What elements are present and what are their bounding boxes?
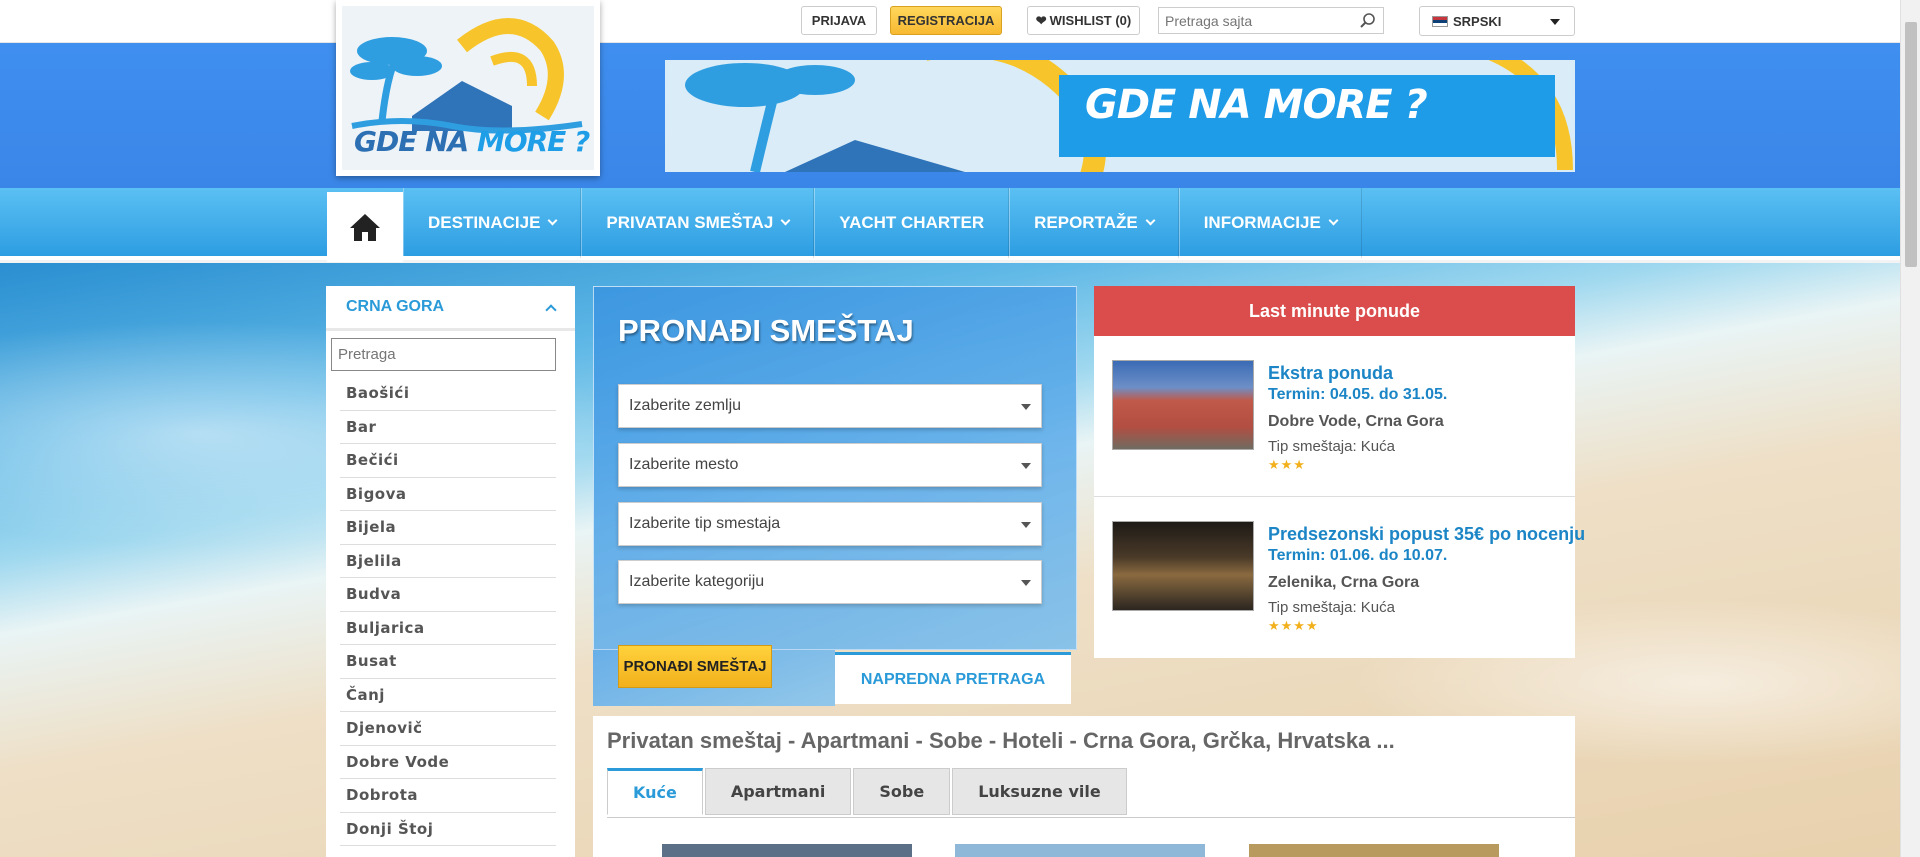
list-item[interactable]: Bečići — [340, 444, 556, 478]
offer-date: Termin: 01.06. do 10.07. — [1268, 547, 1448, 564]
star-rating: ★★★★ — [1268, 618, 1319, 633]
offer-card[interactable]: Predsezonski popust 35€ po nocenju Termi… — [1094, 497, 1585, 658]
nav-home[interactable] — [327, 192, 403, 262]
list-item[interactable]: Dobrota — [340, 779, 556, 813]
nav-privatan-smestaj[interactable]: PRIVATAN SMEŠTAJ — [581, 188, 815, 258]
main-content: Privatan smeštaj - Apartmani - Sobe - Ho… — [593, 716, 1575, 857]
list-item[interactable]: Čanj — [340, 679, 556, 712]
tab-kuce[interactable]: Kuće — [607, 768, 703, 815]
site-search-input[interactable] — [1159, 8, 1349, 33]
heart-icon: ❤ — [1035, 12, 1047, 28]
last-minute-heading: Last minute ponude — [1094, 286, 1575, 336]
tab-luksuzne-vile[interactable]: Luksuzne vile — [952, 768, 1127, 815]
listing-image[interactable] — [955, 844, 1205, 857]
list-item[interactable]: Baošići — [340, 377, 556, 411]
serbia-flag-icon — [1432, 15, 1448, 27]
tabs-divider — [607, 817, 1575, 818]
site-logo[interactable]: GDE NA MORE ? — [336, 0, 600, 176]
language-select[interactable]: SRPSKI — [1419, 6, 1575, 36]
list-item[interactable]: Bigova — [340, 478, 556, 511]
offer-type: Tip smeštaja: Kuća — [1268, 599, 1395, 616]
login-button[interactable]: PRIJAVA — [801, 6, 877, 35]
search-panel: PRONAĐI SMEŠTAJ Izaberite zemlju Izaberi… — [593, 286, 1077, 688]
nav-informacije[interactable]: INFORMACIJE — [1178, 188, 1362, 258]
tab-apartmani[interactable]: Apartmani — [704, 768, 852, 815]
chevron-down-icon — [1145, 215, 1156, 226]
banner-title: GDE NA MORE ? — [1085, 82, 1428, 128]
country-select[interactable]: Izaberite zemlju — [618, 384, 1042, 428]
home-icon — [350, 214, 380, 241]
wishlist-label: WISHLIST (0) — [1049, 13, 1132, 28]
list-item[interactable]: Bar — [340, 411, 556, 444]
list-item[interactable]: Budva — [340, 578, 556, 612]
offer-title[interactable]: Ekstra ponuda — [1268, 363, 1393, 384]
list-item[interactable]: Bijela — [340, 511, 556, 545]
offer-date: Termin: 04.05. do 31.05. — [1268, 386, 1448, 403]
list-item[interactable]: Buljarica — [340, 612, 556, 645]
offer-type: Tip smeštaja: Kuća — [1268, 438, 1395, 455]
star-rating: ★★★ — [1268, 457, 1306, 472]
caret-down-icon — [1021, 404, 1031, 410]
destination-list: Baošići Bar Bečići Bigova Bijela Bjelila… — [340, 377, 556, 846]
page-title: Privatan smeštaj - Apartmani - Sobe - Ho… — [607, 728, 1395, 753]
offer-image[interactable] — [1112, 521, 1254, 611]
chevron-up-icon[interactable] — [545, 303, 557, 316]
offer-location: Zelenika, Crna Gora — [1268, 574, 1420, 591]
chevron-down-icon — [1328, 215, 1339, 226]
list-item[interactable]: Busat — [340, 645, 556, 679]
accommodation-tabs: Kuće Apartmani Sobe Luksuzne vile — [607, 768, 1129, 815]
caret-down-icon — [1021, 580, 1031, 586]
scrollbar-thumb[interactable] — [1905, 22, 1917, 267]
main-nav: DESTINACIJE PRIVATAN SMEŠTAJ YACHT CHART… — [0, 188, 1900, 262]
header-banner[interactable]: GDE NA MORE ? — [665, 60, 1575, 172]
language-label: SRPSKI — [1453, 13, 1502, 29]
page-scrollbar[interactable] — [1900, 0, 1920, 857]
list-item[interactable]: Bjelila — [340, 545, 556, 578]
chevron-down-icon — [547, 215, 558, 226]
sidebar-search-input[interactable] — [331, 338, 556, 371]
sidebar-heading[interactable]: CRNA GORA — [326, 286, 575, 331]
search-panel-title: PRONAĐI SMEŠTAJ — [618, 313, 914, 348]
category-select[interactable]: Izaberite kategoriju — [618, 560, 1042, 604]
listing-image[interactable] — [1249, 844, 1499, 857]
offer-title[interactable]: Predsezonski popust 35€ po nocenju — [1268, 524, 1585, 545]
offer-card[interactable]: Ekstra ponuda Termin: 04.05. do 31.05. D… — [1094, 336, 1575, 497]
destination-sidebar: CRNA GORA Baošići Bar Bečići Bigova Bije… — [326, 286, 575, 857]
caret-down-icon — [1021, 522, 1031, 528]
chevron-down-icon — [780, 215, 791, 226]
advanced-search-tab[interactable]: NAPREDNA PRETRAGA — [835, 652, 1071, 704]
search-icon[interactable] — [1359, 12, 1377, 30]
list-item[interactable]: Dobre Vode — [340, 746, 556, 779]
nav-reportaze[interactable]: REPORTAŽE — [1009, 188, 1179, 258]
city-select[interactable]: Izaberite mesto — [618, 443, 1042, 487]
list-item[interactable]: Djenovič — [340, 712, 556, 746]
accommodation-type-select[interactable]: Izaberite tip smestaja — [618, 502, 1042, 546]
find-accommodation-button[interactable]: PRONAĐI SMEŠTAJ — [618, 645, 772, 688]
nav-yacht-charter[interactable]: YACHT CHARTER — [814, 188, 1010, 258]
last-minute-offers: Last minute ponude Ekstra ponuda Termin:… — [1094, 286, 1585, 658]
listing-image[interactable] — [662, 844, 912, 857]
logo-text: GDE NA MORE ? — [354, 125, 590, 158]
site-search — [1158, 7, 1384, 34]
wishlist-button[interactable]: ❤ WISHLIST (0) — [1027, 6, 1140, 35]
offer-location: Dobre Vode, Crna Gora — [1268, 413, 1444, 430]
list-item[interactable]: Donji Štoj — [340, 813, 556, 846]
caret-down-icon — [1550, 19, 1560, 25]
tab-sobe[interactable]: Sobe — [853, 768, 951, 815]
nav-destinacije[interactable]: DESTINACIJE — [403, 188, 582, 258]
register-button[interactable]: REGISTRACIJA — [890, 6, 1002, 35]
offer-image[interactable] — [1112, 360, 1254, 450]
caret-down-icon — [1021, 463, 1031, 469]
